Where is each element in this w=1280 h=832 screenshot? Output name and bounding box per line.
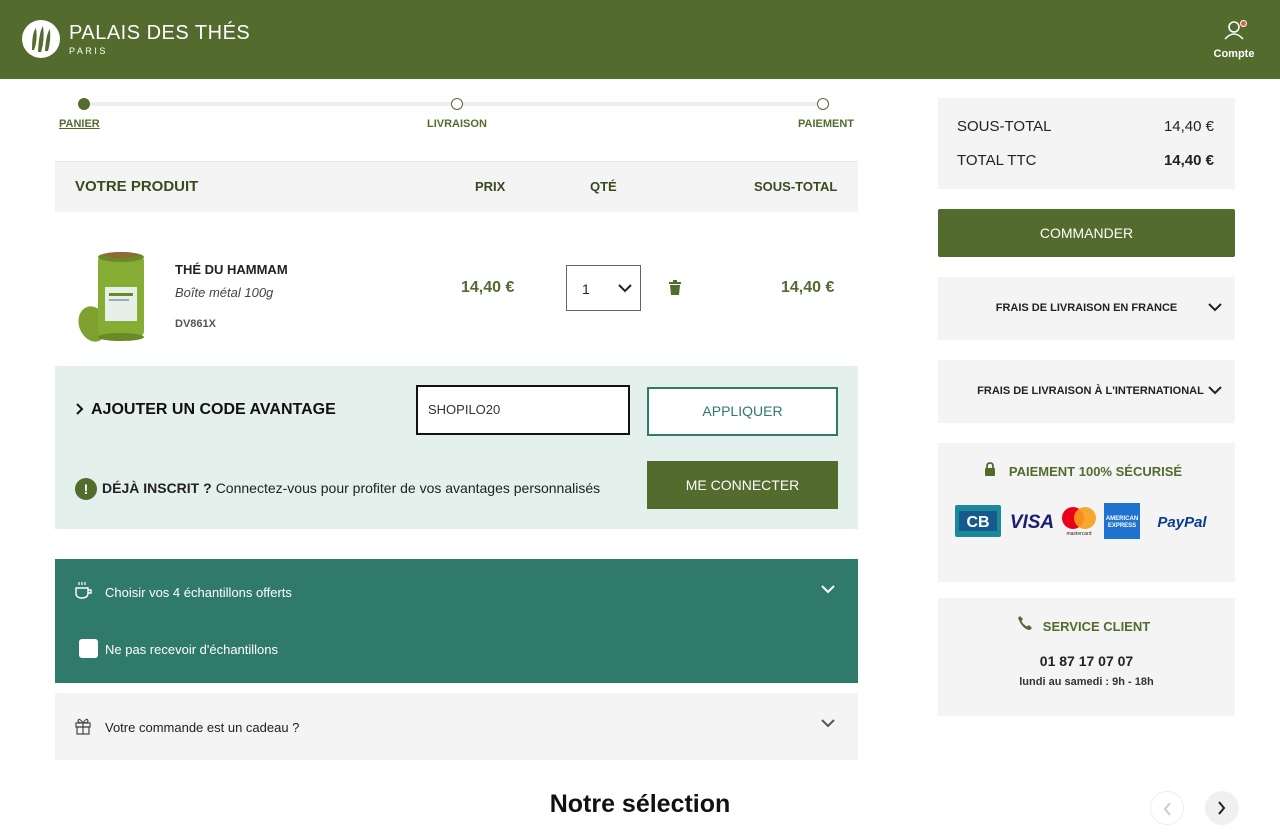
shipping-international-label: FRAIS DE LIVRAISON À L'INTERNATIONAL <box>977 385 1204 397</box>
chevron-down-icon <box>1208 386 1222 395</box>
step-dot-livraison <box>451 98 463 110</box>
no-samples-checkbox[interactable] <box>79 639 98 658</box>
brand-name: PALAIS DES THÉS <box>69 22 251 44</box>
gift-icon <box>75 718 91 735</box>
shipping-international-accordion[interactable]: FRAIS DE LIVRAISON À L'INTERNATIONAL <box>938 360 1235 423</box>
login-info-bold: DÉJÀ INSCRIT ? <box>102 480 212 496</box>
svg-text:AMERICAN: AMERICAN <box>1106 516 1138 522</box>
chevron-right-icon <box>76 403 84 415</box>
product-ref: DV861X <box>175 318 216 330</box>
apply-button[interactable]: APPLIQUER <box>647 387 838 436</box>
cb-card-icon: CB <box>955 505 1001 537</box>
secure-payment-box: PAIEMENT 100% SÉCURISÉ CB VISA mastercar… <box>938 443 1235 582</box>
account-label: Compte <box>1213 48 1255 60</box>
promo-title: AJOUTER UN CODE AVANTAGE <box>91 401 336 418</box>
col-product: VOTRE PRODUIT <box>75 178 199 195</box>
promo-section: AJOUTER UN CODE AVANTAGE SHOPILO20 APPLI… <box>55 366 858 529</box>
svg-text:CB: CB <box>966 514 989 531</box>
site-header: PALAIS DES THÉS PARIS Compte <box>0 0 1280 79</box>
promo-toggle[interactable]: AJOUTER UN CODE AVANTAGE <box>75 401 336 419</box>
chevron-right-icon <box>1218 801 1226 815</box>
login-button[interactable]: ME CONNECTER <box>647 461 838 509</box>
svg-text:VISA: VISA <box>1010 512 1054 533</box>
svg-text:mastercard: mastercard <box>1066 531 1091 537</box>
step-panier[interactable]: PANIER <box>59 118 100 130</box>
total-value: 14,40 € <box>1163 152 1214 169</box>
cart-item-row: THÉ DU HAMMAM Boîte métal 100g DV861X 14… <box>55 212 858 366</box>
chevron-down-icon <box>1208 303 1222 312</box>
chevron-down-icon <box>821 719 835 728</box>
amex-icon: AMERICAN EXPRESS <box>1104 503 1140 539</box>
samples-section: Choisir vos 4 échantillons offerts Ne pa… <box>55 559 858 683</box>
carousel-prev-button[interactable] <box>1150 791 1184 825</box>
shipping-france-label: FRAIS DE LIVRAISON EN FRANCE <box>995 302 1178 314</box>
no-samples-label[interactable]: Ne pas recevoir d'échantillons <box>105 642 278 657</box>
product-variant: Boîte métal 100g <box>175 285 274 300</box>
samples-toggle[interactable]: Choisir vos 4 échantillons offerts <box>105 585 292 600</box>
info-icon: ! <box>75 478 97 500</box>
gift-title: Votre commande est un cadeau ? <box>105 720 300 735</box>
leaf-logo-icon <box>22 20 60 58</box>
subtotal-value: 14,40 € <box>1163 118 1214 135</box>
total-label: TOTAL TTC <box>957 152 1037 169</box>
step-dot-paiement <box>817 98 829 110</box>
customer-service-box: SERVICE CLIENT 01 87 17 07 07 lundi au s… <box>938 598 1235 716</box>
shipping-france-accordion[interactable]: FRAIS DE LIVRAISON EN FRANCE <box>938 277 1235 340</box>
service-phone[interactable]: 01 87 17 07 07 <box>938 653 1235 669</box>
mastercard-icon: mastercard <box>1062 507 1096 537</box>
account-button[interactable]: Compte <box>1206 20 1262 60</box>
login-info: DÉJÀ INSCRIT ? Connectez-vous pour profit… <box>102 480 600 496</box>
product-price: 14,40 € <box>461 279 515 296</box>
col-price: PRIX <box>475 179 506 194</box>
order-button[interactable]: COMMANDER <box>938 209 1235 257</box>
product-name[interactable]: THÉ DU HAMMAM <box>175 262 288 277</box>
quantity-value: 1 <box>582 281 590 297</box>
secure-payment-title: PAIEMENT 100% SÉCURISÉ <box>1008 464 1183 479</box>
product-subtotal: 14,40 € <box>781 279 835 296</box>
payment-cards: CB VISA mastercard AMERICAN EXPRESS PayP… <box>955 503 1220 539</box>
col-qty: QTÉ <box>590 179 617 194</box>
brand-logo[interactable]: PALAIS DES THÉS PARIS <box>22 20 250 58</box>
notification-dot <box>1240 20 1247 27</box>
svg-text:EXPRESS: EXPRESS <box>1108 523 1136 529</box>
chevron-down-icon <box>618 284 632 293</box>
chevron-left-icon <box>1163 802 1171 816</box>
step-dot-panier <box>78 98 90 110</box>
quantity-select[interactable]: 1 <box>566 265 641 311</box>
col-subtotal: SOUS-TOTAL <box>754 179 838 194</box>
brand-subtitle: PARIS <box>69 46 108 56</box>
selection-title: Notre sélection <box>549 790 731 818</box>
subtotal-label: SOUS-TOTAL <box>957 118 1052 135</box>
step-paiement: PAIEMENT <box>798 118 855 130</box>
promo-code-input[interactable]: SHOPILO20 <box>416 385 630 435</box>
gift-section[interactable]: Votre commande est un cadeau ? <box>55 693 858 760</box>
product-image[interactable] <box>68 249 148 344</box>
chevron-down-icon[interactable] <box>820 581 836 597</box>
service-title: SERVICE CLIENT <box>1042 619 1151 634</box>
svg-text:PayPal: PayPal <box>1157 514 1207 531</box>
carousel-next-button[interactable] <box>1205 791 1239 825</box>
step-livraison: LIVRAISON <box>427 118 487 130</box>
visa-icon: VISA <box>1010 512 1054 533</box>
trash-icon[interactable] <box>668 280 682 296</box>
paypal-icon: PayPal <box>1157 514 1207 531</box>
order-totals: SOUS-TOTAL 14,40 € TOTAL TTC 14,40 € <box>938 98 1235 189</box>
service-hours: lundi au samedi : 9h - 18h <box>1019 676 1154 688</box>
checkout-steps: PANIER LIVRAISON PAIEMENT <box>55 96 858 136</box>
login-info-text: Connectez-vous pour profiter de vos avan… <box>215 480 601 496</box>
tea-cup-icon <box>75 582 92 599</box>
cart-table-header: VOTRE PRODUIT PRIX QTÉ SOUS-TOTAL <box>55 161 858 212</box>
